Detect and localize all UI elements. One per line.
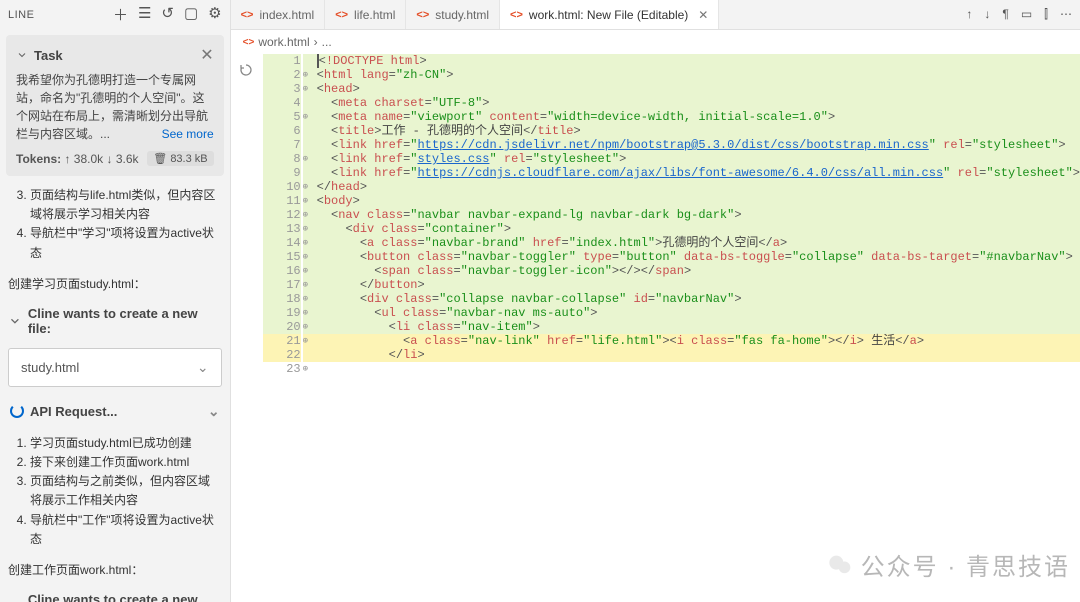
pilcrow-icon[interactable]: ¶: [1002, 7, 1008, 22]
breadcrumb: <> work.html › ...: [231, 30, 1080, 54]
list-icon[interactable]: ☰: [138, 4, 151, 25]
plan-list-2: 学习页面study.html已成功创建 接下来创建工作页面work.html 页…: [0, 430, 230, 553]
close-icon[interactable]: ✕: [200, 45, 213, 65]
editor-tabs: <>index.html <>life.html <>study.html <>…: [231, 0, 1080, 30]
split-icon[interactable]: ⫿: [1044, 7, 1048, 22]
tab-study[interactable]: <>study.html: [406, 0, 500, 29]
tab-index[interactable]: <>index.html: [231, 0, 326, 29]
map-icon[interactable]: ▭: [1021, 7, 1032, 22]
undo-icon[interactable]: [238, 62, 254, 78]
file-box-study[interactable]: study.html ⌄: [8, 348, 222, 387]
html-icon: <>: [416, 9, 429, 21]
popout-icon[interactable]: ▢: [184, 4, 198, 25]
sidebar: LINE ＋ ☰ ↺ ▢ ⚙ Task ✕ 我希望你为孔德明打造一个专属网站，命…: [0, 0, 231, 602]
spinner-icon: [10, 404, 24, 418]
chevron-down-icon[interactable]: [16, 49, 28, 61]
api-request-row[interactable]: API Request... ⌄: [0, 393, 230, 430]
fold-column: ⊕⊕⊕⊕⊕⊕⊕⊕⊕⊕⊕⊕⊕⊕⊕⊕⊕: [303, 54, 317, 602]
file-action-2: Cline wants to create a new file:: [0, 582, 230, 602]
task-label: Task: [34, 48, 63, 63]
history-icon[interactable]: ↺: [161, 4, 174, 25]
tab-actions: ↑ ↓ ¶ ▭ ⫿ ⋯: [966, 7, 1080, 22]
html-icon: <>: [335, 9, 348, 21]
html-icon: <>: [243, 37, 255, 48]
see-more-link[interactable]: See more: [162, 125, 214, 143]
prev-diff-icon[interactable]: ↑: [966, 7, 972, 22]
more-icon[interactable]: ⋯: [1060, 7, 1072, 22]
close-icon[interactable]: ✕: [698, 8, 708, 22]
line-numbers: 1234567891011121314151617181920212223: [261, 54, 303, 602]
settings-icon[interactable]: ⚙: [208, 4, 221, 25]
cache-badge: 🗑 83.3 kB: [147, 151, 213, 166]
next-diff-icon[interactable]: ↓: [984, 7, 990, 22]
tab-life[interactable]: <>life.html: [325, 0, 406, 29]
html-icon: <>: [510, 9, 523, 21]
chevron-down-icon: ⌄: [197, 359, 209, 376]
tab-work[interactable]: <>work.html: New File (Editable)✕: [500, 0, 719, 29]
file-action-1: Cline wants to create a new file:: [0, 296, 230, 342]
html-icon: <>: [241, 9, 254, 21]
code-content[interactable]: <!DOCTYPE html><html lang="zh-CN"><head>…: [317, 54, 1080, 602]
task-description: 我希望你为孔德明打造一个专属网站，命名为"孔德明的个人空间"。这个网站在布局上，…: [16, 71, 214, 143]
extension-title: LINE: [8, 9, 34, 21]
new-task-icon[interactable]: ＋: [113, 4, 128, 25]
task-card: Task ✕ 我希望你为孔德明打造一个专属网站，命名为"孔德明的个人空间"。这个…: [6, 35, 224, 176]
sidebar-header: LINE ＋ ☰ ↺ ▢ ⚙: [0, 0, 230, 29]
create-work-heading: 创建工作页面work.html：: [0, 553, 230, 582]
editor-area: <>index.html <>life.html <>study.html <>…: [231, 0, 1080, 602]
create-study-heading: 创建学习页面study.html：: [0, 267, 230, 296]
chevron-down-icon[interactable]: [8, 314, 22, 328]
sidebar-toolbar: ＋ ☰ ↺ ▢ ⚙: [113, 4, 222, 25]
code-area[interactable]: 1234567891011121314151617181920212223 ⊕⊕…: [231, 54, 1080, 602]
plan-list-1: 页面结构与life.html类似，但内容区域将展示学习相关内容 导航栏中"学习"…: [0, 182, 230, 267]
tokens-row: Tokens: ↑ 38.0k ↓ 3.6k 🗑 83.3 kB: [16, 151, 214, 166]
breadcrumb-file[interactable]: work.html: [258, 35, 309, 49]
timeline-gutter: [231, 54, 261, 602]
chevron-down-icon: ⌄: [208, 403, 220, 420]
